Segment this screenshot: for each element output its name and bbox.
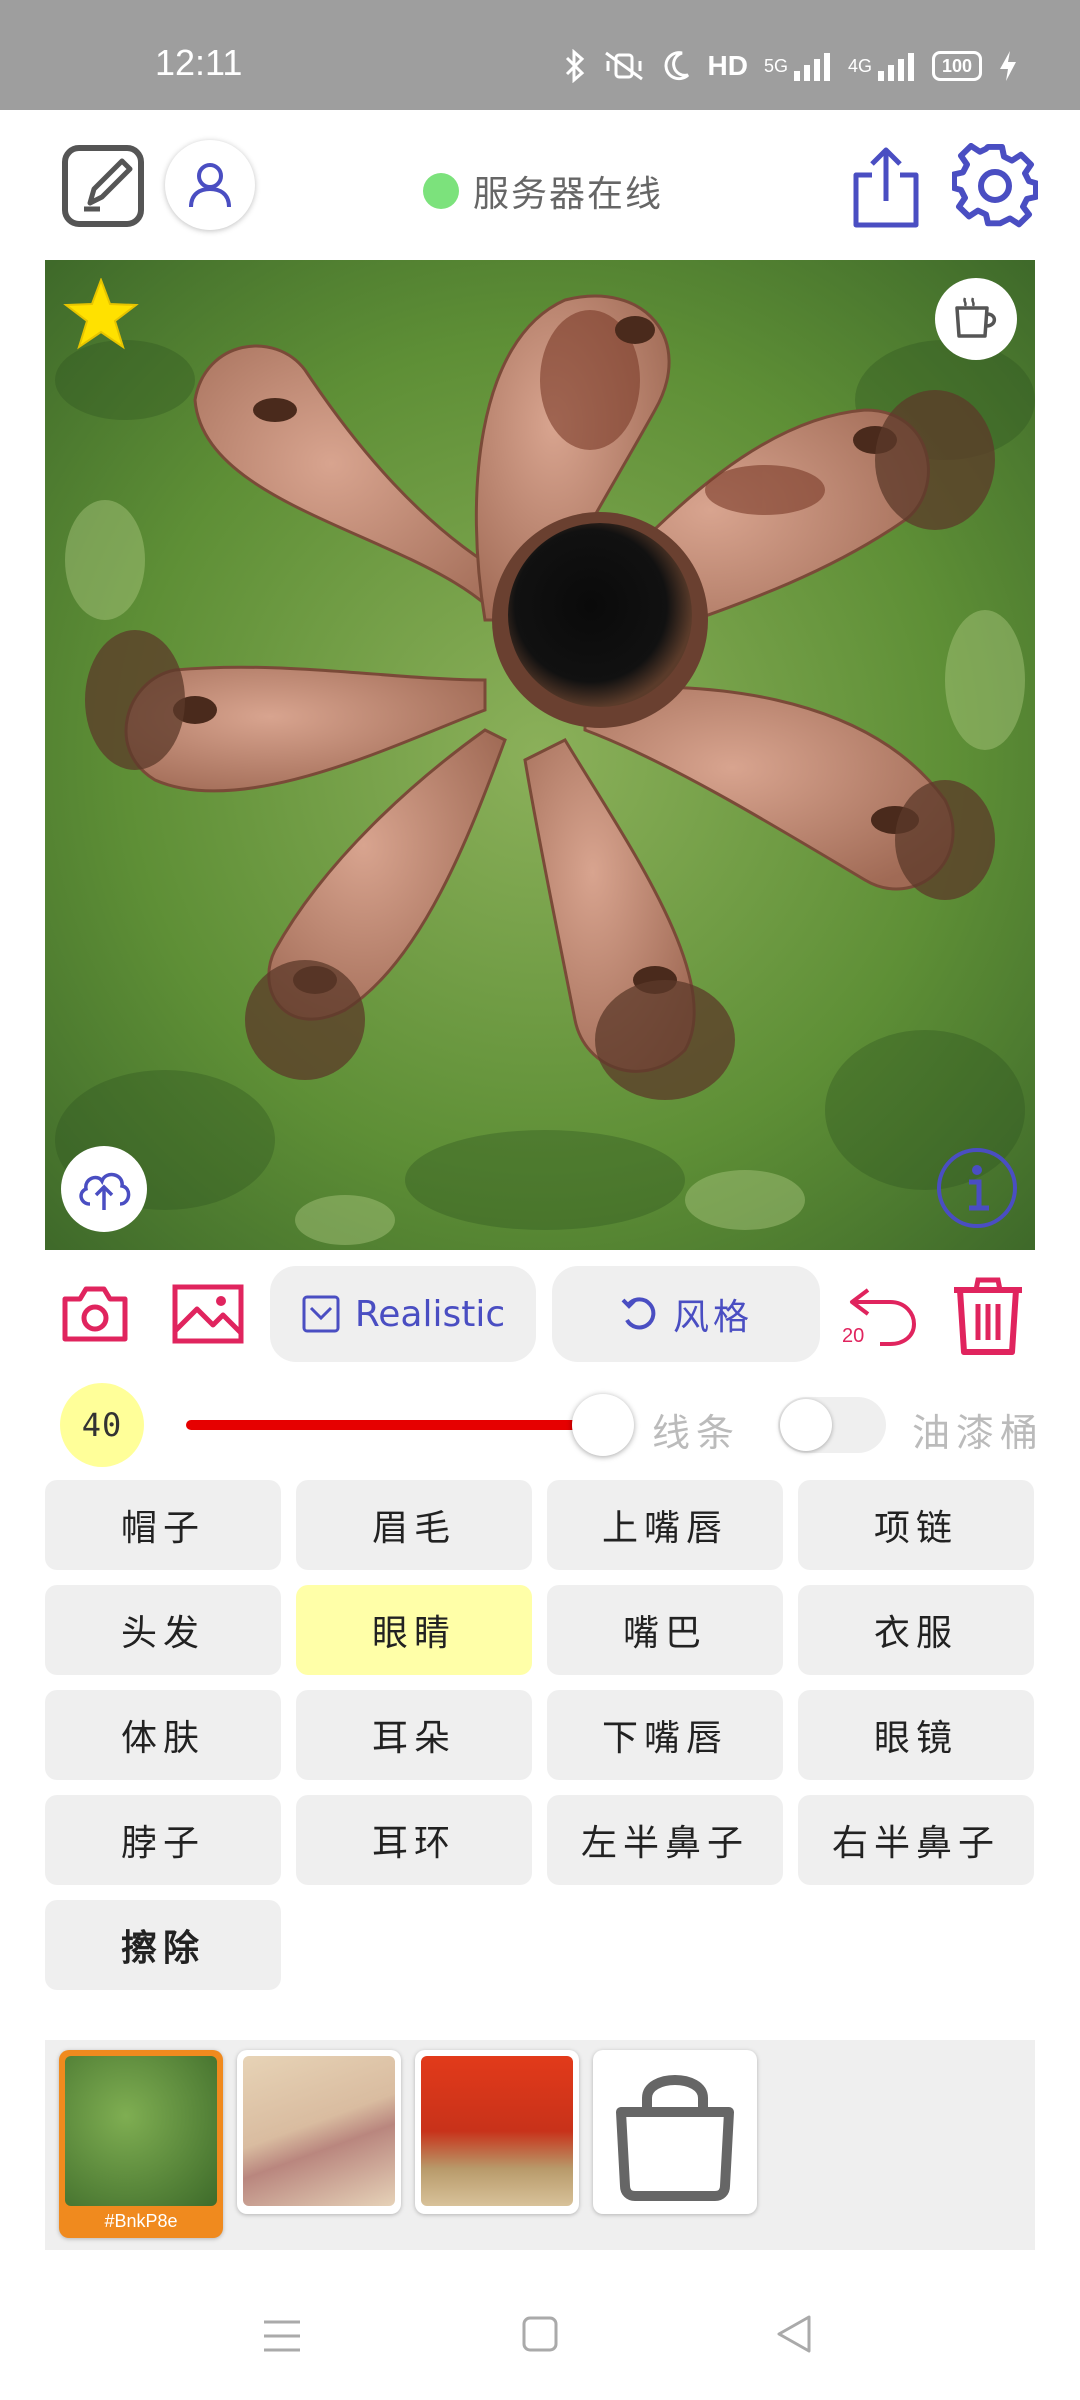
part-button-eyes[interactable]: 眼睛 [296, 1585, 532, 1675]
canvas-artwork [45, 260, 1035, 1250]
battery-icon: 100 [932, 51, 982, 81]
brush-controls: 40 线条 油漆桶 [0, 1380, 1080, 1470]
part-button-upper-lip[interactable]: 上嘴唇 [547, 1480, 783, 1570]
moon-icon [664, 51, 689, 81]
info-icon [937, 1148, 1017, 1228]
drawing-canvas[interactable] [45, 260, 1035, 1250]
gallery-tray: #BnkP8e [45, 2040, 1035, 2250]
app-header: 服务器在线 [0, 110, 1080, 260]
part-button-hair[interactable]: 头发 [45, 1585, 281, 1675]
signal-4g-label: 4G [847, 55, 872, 76]
part-button-mouth[interactable]: 嘴巴 [547, 1585, 783, 1675]
hd-indicator: HD [707, 50, 748, 81]
trash-icon [954, 1277, 1022, 1355]
signal-5g-icon [793, 53, 830, 81]
favorite-button[interactable] [63, 277, 139, 354]
camera-button[interactable] [60, 1282, 130, 1346]
server-status-text: 服务器在线 [473, 174, 664, 215]
line-mode-label[interactable]: 线条 [652, 1402, 740, 1457]
signal-5g-label: 5G [763, 55, 788, 76]
menu-icon [264, 2320, 300, 2352]
home-square-icon [522, 2316, 558, 2352]
charging-icon [1000, 51, 1016, 81]
gallery-thumbnail[interactable] [415, 2050, 579, 2214]
paint-bucket-toggle-knob [780, 1399, 832, 1451]
thumbnail-caption: #BnkP8e [104, 2211, 178, 2231]
part-button-erase[interactable]: 擦除 [45, 1900, 281, 1990]
store-button[interactable] [593, 2050, 757, 2214]
part-button-eyebrows[interactable]: 眉毛 [296, 1480, 532, 1570]
share-icon [853, 147, 919, 228]
signal-4g-icon [878, 53, 914, 81]
back-button[interactable] [774, 2314, 814, 2354]
part-button-lower-lip[interactable]: 下嘴唇 [547, 1690, 783, 1780]
status-bar: 12:11 HD 5G 4G 100 [0, 0, 1080, 110]
style-button[interactable]: 风格 [552, 1266, 820, 1362]
edit-icon [62, 145, 144, 227]
user-icon [189, 163, 231, 208]
thumbnail-image [421, 2056, 573, 2206]
gallery-thumbnail[interactable] [237, 2050, 401, 2214]
paint-bucket-label: 油漆桶 [912, 1411, 1045, 1455]
part-button-right-nose[interactable]: 右半鼻子 [798, 1795, 1034, 1885]
status-icons: HD 5G 4G 100 [564, 46, 1018, 86]
tool-row: Realistic 风格 [0, 1262, 1080, 1366]
upload-button[interactable] [61, 1146, 147, 1232]
gallery-button[interactable] [170, 1282, 246, 1346]
part-button-earrings[interactable]: 耳环 [296, 1795, 532, 1885]
brush-size-thumb[interactable] [572, 1394, 634, 1456]
settings-button[interactable] [952, 143, 1038, 229]
gallery-thumbnail[interactable]: #BnkP8e [59, 2050, 223, 2238]
part-button-glasses[interactable]: 眼镜 [798, 1690, 1034, 1780]
server-status-dot [423, 173, 459, 209]
edit-button[interactable] [60, 143, 146, 229]
status-time: 12:11 [155, 42, 243, 83]
part-button-ears[interactable]: 耳朵 [296, 1690, 532, 1780]
coffee-button[interactable] [935, 278, 1017, 360]
style-mode-button[interactable]: Realistic [270, 1266, 536, 1362]
part-button-neck[interactable]: 脖子 [45, 1795, 281, 1885]
part-button-hat[interactable]: 帽子 [45, 1480, 281, 1570]
refresh-icon [621, 1297, 656, 1330]
menu-button[interactable] [262, 2316, 302, 2356]
mute-vibrate-icon [604, 51, 643, 81]
user-button[interactable] [165, 140, 255, 230]
thumbnail-image [243, 2056, 395, 2206]
part-button-clothes[interactable]: 衣服 [798, 1585, 1034, 1675]
style-button-label: 风格 [672, 1297, 753, 1338]
style-mode-label: Realistic [354, 1293, 506, 1335]
bluetooth-icon [565, 49, 584, 83]
system-nav-bar [0, 2270, 1080, 2400]
part-button-necklace[interactable]: 项链 [798, 1480, 1034, 1570]
coffee-cup-icon [955, 297, 997, 338]
star-icon [63, 277, 139, 350]
back-triangle-icon [777, 2315, 811, 2353]
part-button-skin[interactable]: 体肤 [45, 1690, 281, 1780]
delete-button[interactable] [950, 1276, 1026, 1356]
camera-icon [62, 1286, 128, 1342]
gear-icon [952, 143, 1038, 228]
part-button-left-nose[interactable]: 左半鼻子 [547, 1795, 783, 1885]
brush-size-badge: 40 [60, 1383, 144, 1467]
cloud-upload-icon [79, 1172, 131, 1210]
brush-size-track[interactable] [186, 1420, 604, 1430]
image-icon [172, 1284, 244, 1344]
home-button[interactable] [520, 2314, 560, 2354]
shopping-bag-icon [616, 2075, 734, 2201]
info-button[interactable] [935, 1146, 1019, 1234]
battery-level: 100 [941, 56, 973, 76]
thumbnail-image [65, 2056, 217, 2206]
checkbox-icon [302, 1295, 340, 1333]
paint-bucket-toggle[interactable] [778, 1397, 886, 1453]
undo-count: 20 [842, 1325, 865, 1347]
share-button[interactable] [848, 145, 924, 231]
server-status: 服务器在线 [423, 165, 663, 217]
